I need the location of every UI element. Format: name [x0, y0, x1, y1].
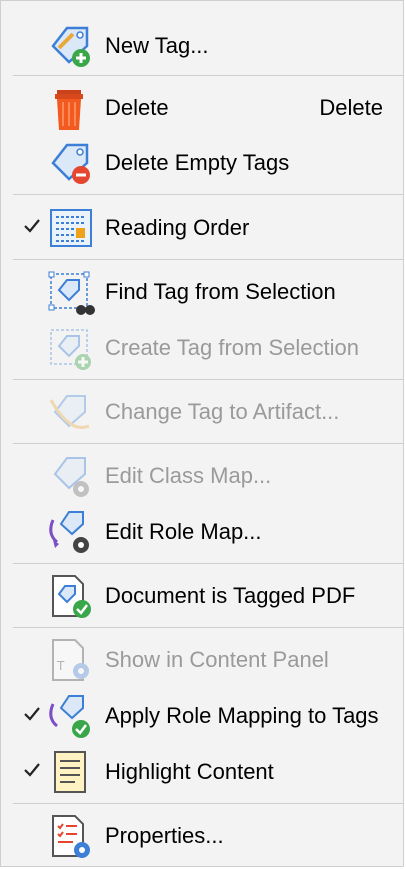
- menu-item-new-tag[interactable]: New Tag...: [1, 21, 403, 73]
- menu-item-label: Apply Role Mapping to Tags: [105, 703, 379, 728]
- menu-item-reading-order[interactable]: Reading Order: [1, 203, 403, 255]
- menu-item-label: Delete: [105, 95, 169, 120]
- checkmark-icon: [23, 217, 41, 235]
- svg-text:T: T: [56, 659, 65, 673]
- menu-separator: [13, 379, 403, 380]
- apply-role-mapping-icon: [45, 694, 95, 740]
- checkmark-icon: [23, 705, 41, 723]
- delete-tag-icon: [45, 141, 95, 187]
- menu-item-label: Show in Content Panel: [105, 647, 329, 672]
- tagged-document-icon: [45, 574, 95, 620]
- menu-separator: [13, 563, 403, 564]
- create-tag-icon: [45, 326, 95, 372]
- menu-item-edit-role-map[interactable]: Edit Role Map...: [1, 507, 403, 559]
- menu-separator: [13, 627, 403, 628]
- role-map-icon: [45, 510, 95, 556]
- menu-item-edit-class-map[interactable]: Edit Class Map...: [1, 451, 403, 503]
- menu-item-label: Document is Tagged PDF: [105, 583, 356, 608]
- menu-separator: [13, 443, 403, 444]
- menu-item-label: Find Tag from Selection: [105, 279, 336, 304]
- menu-item-apply-role-mapping-to-tags[interactable]: Apply Role Mapping to Tags: [1, 691, 403, 743]
- checkmark-icon: [23, 761, 41, 779]
- artifact-icon: [45, 390, 95, 436]
- trash-icon: [45, 86, 95, 132]
- menu-item-label: Change Tag to Artifact...: [105, 399, 340, 424]
- shortcut-label: Delete: [319, 95, 383, 120]
- class-map-icon: [45, 454, 95, 500]
- menu-separator: [13, 259, 403, 260]
- menu-item-label: Reading Order: [105, 215, 250, 240]
- reading-order-icon: [45, 206, 95, 252]
- menu-separator: [13, 75, 403, 76]
- menu-item-change-tag-to-artifact[interactable]: Change Tag to Artifact...: [1, 387, 403, 439]
- menu-item-show-in-content-panel[interactable]: T Show in Content Panel: [1, 635, 403, 687]
- menu-item-document-is-tagged-pdf[interactable]: Document is Tagged PDF: [1, 571, 403, 623]
- menu-item-label: Delete Empty Tags: [105, 150, 290, 175]
- menu-item-label: Edit Role Map...: [105, 519, 262, 544]
- menu-item-label: Create Tag from Selection: [105, 335, 359, 360]
- menu-item-find-tag-from-selection[interactable]: Find Tag from Selection: [1, 267, 403, 319]
- menu-item-label: Edit Class Map...: [105, 463, 272, 488]
- menu-separator: [13, 803, 403, 804]
- properties-icon: [45, 814, 95, 860]
- menu-item-delete[interactable]: Delete Delete: [1, 83, 403, 135]
- highlight-content-icon: [45, 750, 95, 796]
- context-menu: New Tag... Delete Delete Delete Empty Ta…: [0, 0, 404, 867]
- menu-item-highlight-content[interactable]: Highlight Content: [1, 747, 403, 799]
- menu-item-properties[interactable]: Properties...: [1, 811, 403, 863]
- find-tag-icon: [45, 270, 95, 316]
- menu-item-label: Highlight Content: [105, 759, 274, 784]
- menu-item-delete-empty-tags[interactable]: Delete Empty Tags: [1, 138, 403, 190]
- menu-item-label: New Tag...: [105, 33, 209, 58]
- menu-item-create-tag-from-selection[interactable]: Create Tag from Selection: [1, 323, 403, 375]
- new-tag-icon: [45, 24, 95, 70]
- content-panel-icon: T: [45, 638, 95, 684]
- menu-item-label: Properties...: [105, 823, 224, 848]
- menu-separator: [13, 194, 403, 195]
